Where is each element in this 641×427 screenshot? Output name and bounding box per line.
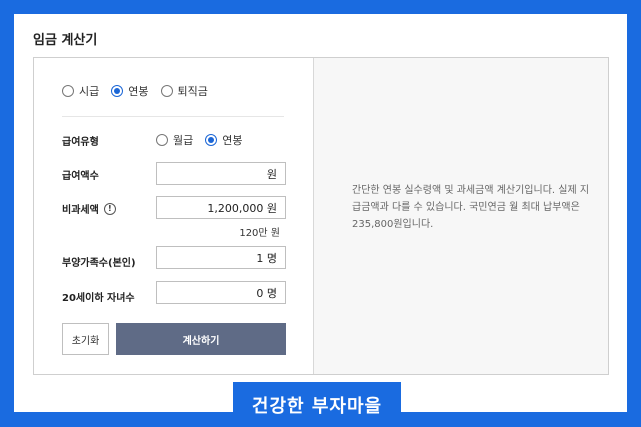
reset-button[interactable]: 초기화	[62, 323, 109, 355]
pay-type-radio-monthly[interactable]: 월급	[156, 132, 193, 148]
radio-dot[interactable]	[160, 85, 173, 97]
pay-type-radio-group: 월급 연봉	[156, 132, 255, 148]
pay-type-label-annual: 연봉	[222, 134, 243, 147]
mode-radio-severance[interactable]: 퇴직금	[160, 83, 208, 99]
pay-type-label-monthly: 월급	[173, 134, 194, 147]
pay-type-radio-annual[interactable]: 연봉	[205, 132, 243, 148]
pay-amount-label: 급여액수	[62, 171, 99, 182]
calculator-panel: 시급 연봉 퇴직금 급여유형 월급 연봉 급여액수 원 비과세액 ! 1,200…	[33, 57, 609, 375]
page-title: 임금 계산기	[33, 33, 98, 48]
dependents-label: 부양가족수(본인)	[62, 258, 136, 269]
info-text: 간단한 연봉 실수령액 및 과세금액 계산기입니다. 실제 지급금액과 다를 수…	[352, 185, 590, 230]
dependents-input[interactable]: 1 명	[156, 246, 286, 269]
nontax-sub-amount: 120만 원	[239, 228, 280, 239]
nontax-label: 비과세액	[62, 205, 99, 216]
input-section: 시급 연봉 퇴직금 급여유형 월급 연봉 급여액수 원 비과세액 ! 1,200…	[34, 58, 314, 374]
radio-dot[interactable]	[156, 134, 168, 146]
pay-type-label: 급여유형	[62, 137, 99, 148]
calculate-button[interactable]: 계산하기	[116, 323, 286, 355]
mode-label-hourly: 시급	[79, 85, 100, 98]
pay-amount-input[interactable]: 원	[156, 162, 286, 185]
mode-radio-hourly[interactable]: 시급	[62, 83, 99, 99]
mode-radio-group: 시급 연봉 퇴직금	[62, 83, 220, 99]
mode-radio-annual[interactable]: 연봉	[111, 83, 149, 99]
result-section: 간단한 연봉 실수령액 및 과세금액 계산기입니다. 실제 지급금액과 다를 수…	[314, 58, 608, 374]
mode-label-annual: 연봉	[128, 85, 149, 98]
radio-dot[interactable]	[62, 85, 74, 97]
radio-dot-selected[interactable]	[111, 85, 124, 97]
nontax-label-row: 비과세액 !	[62, 201, 116, 216]
watermark-badge: 건강한 부자마을	[233, 382, 401, 427]
divider	[62, 116, 284, 117]
children-label: 20세이하 자녀수	[62, 293, 135, 304]
children-input[interactable]: 0 명	[156, 281, 286, 304]
nontax-input[interactable]: 1,200,000 원	[156, 196, 286, 219]
help-icon[interactable]: !	[103, 202, 116, 215]
mode-label-severance: 퇴직금	[177, 85, 208, 98]
calculator-card: 임금 계산기 시급 연봉 퇴직금 급여유형 월급 연봉 급여액수 원 비과세액 …	[14, 14, 627, 412]
radio-dot-selected[interactable]	[205, 134, 218, 146]
